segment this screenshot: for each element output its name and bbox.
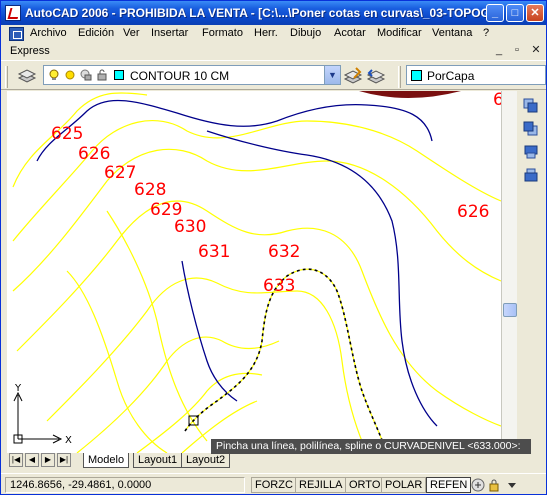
make-object-layer-current-icon[interactable] [343,66,363,86]
freeze-viewport-icon[interactable] [80,69,92,81]
next-tab-button[interactable]: ▶ [41,453,55,467]
contour-label: 626 [78,144,110,164]
ucs-y-label: Y [14,383,22,394]
lightbulb-icon[interactable] [48,69,60,81]
mdi-restore-button[interactable]: ▫ [509,43,525,57]
vertical-scrollbar[interactable] [501,91,517,453]
contour-label: 630 [174,217,206,237]
autocad-app-icon[interactable] [5,5,21,21]
menu-ventana[interactable]: Ventana [432,27,472,39]
ucs-icon [13,391,63,444]
tab-layout2[interactable]: Layout2 [181,453,231,468]
lock-icon[interactable] [96,69,108,81]
layer-color-swatch [114,70,124,80]
menu-help[interactable]: ? [483,27,489,39]
layer-dropdown-arrow[interactable]: ▼ [324,66,340,84]
toolbar-grip-2[interactable] [398,66,401,88]
contour-label: 627 [104,163,136,183]
menu-acotar[interactable]: Acotar [334,27,366,39]
contour-label: 625 [51,124,83,144]
toggle-rejilla[interactable]: REJILLA [295,477,347,493]
autocad-window: AutoCAD 2006 - PROHIBIDA LA VENTA - [C:\… [0,0,547,495]
status-menu-icon[interactable] [505,478,519,492]
minimize-button[interactable]: _ [486,4,504,22]
toggle-forzc[interactable]: FORZC [251,477,297,493]
close-button[interactable]: ✕ [526,4,544,22]
right-toolbar [517,91,546,191]
contour-label: 631 [198,242,230,262]
title-bar[interactable]: AutoCAD 2006 - PROHIBIDA LA VENTA - [C:\… [1,1,546,25]
red-shape [359,91,461,98]
draw-order-above-icon[interactable] [523,144,539,160]
layer-previous-icon[interactable] [366,66,386,86]
tab-modelo[interactable]: Modelo [83,453,130,468]
menu-insertar[interactable]: Insertar [151,27,188,39]
toolbar-grip[interactable] [5,66,8,88]
contour-label: 628 [134,180,166,200]
document-icon[interactable] [9,27,24,41]
coordinates-display[interactable]: 1246.8656, -29.4861, 0.0000 [5,477,245,493]
layer-combo[interactable]: CONTOUR 10 CM ▼ [43,65,341,85]
menu-ver[interactable]: Ver [123,27,140,39]
scrollbar-thumb[interactable] [503,303,517,317]
color-value: PorCapa [427,69,475,83]
menu-edicion[interactable]: Edición [78,27,114,39]
toggle-polar[interactable]: POLAR [381,477,427,493]
mdi-close-button[interactable]: ✕ [528,43,544,57]
command-prompt-tooltip: Pincha una línea, polilínea, spline o CU… [211,439,531,454]
contour-label: 626 [457,202,489,222]
contour-drawing[interactable]: 625 626 627 628 629 630 631 632 633 626 … [7,91,501,453]
layer-manager-icon[interactable] [17,66,37,86]
menu-herr[interactable]: Herr. [254,27,278,39]
toolbar-lock-icon[interactable] [487,478,501,492]
layers-toolbar: CONTOUR 10 CM ▼ PorCapa [1,60,546,90]
color-combo[interactable]: PorCapa [406,65,546,85]
ucs-x-label: X [65,435,72,446]
first-tab-button[interactable]: |◀ [9,453,23,467]
color-swatch [411,70,422,81]
menu-dibujo[interactable]: Dibujo [290,27,321,39]
menu-express[interactable]: Express [10,45,50,57]
draw-order-front-icon[interactable] [523,98,539,114]
drawing-area[interactable]: 625 626 627 628 629 630 631 632 633 626 … [7,91,501,453]
comm-center-icon[interactable] [471,478,485,492]
contour-label: 632 [268,242,300,262]
window-title: AutoCAD 2006 - PROHIBIDA LA VENTA - [C:\… [25,6,495,20]
contour-label: 633 [263,276,295,296]
draw-order-under-icon[interactable] [523,167,539,183]
layout-tabs-row: |◀ ◀ ▶ ▶| Modelo Layout1 Layout2 [7,453,501,468]
draw-order-back-icon[interactable] [523,121,539,137]
sun-icon[interactable] [64,69,76,81]
status-bar: 1246.8656, -29.4861, 0.0000 FORZC REJILL… [1,473,546,494]
last-tab-button[interactable]: ▶| [57,453,71,467]
toggle-orto[interactable]: ORTO [345,477,385,493]
menu-bar: Archivo Edición Ver Insertar Formato Her… [1,25,546,43]
maximize-button[interactable]: □ [506,4,524,22]
tab-layout1[interactable]: Layout1 [133,453,183,468]
menu-modificar[interactable]: Modificar [377,27,422,39]
toggle-refen[interactable]: REFEN [426,477,472,493]
current-layer-name: CONTOUR 10 CM [130,69,230,83]
contour-label: 6 [493,91,501,110]
mdi-minimize-button[interactable]: _ [491,43,507,57]
menu-archivo[interactable]: Archivo [30,27,67,39]
prev-tab-button[interactable]: ◀ [25,453,39,467]
menu-formato[interactable]: Formato [202,27,243,39]
